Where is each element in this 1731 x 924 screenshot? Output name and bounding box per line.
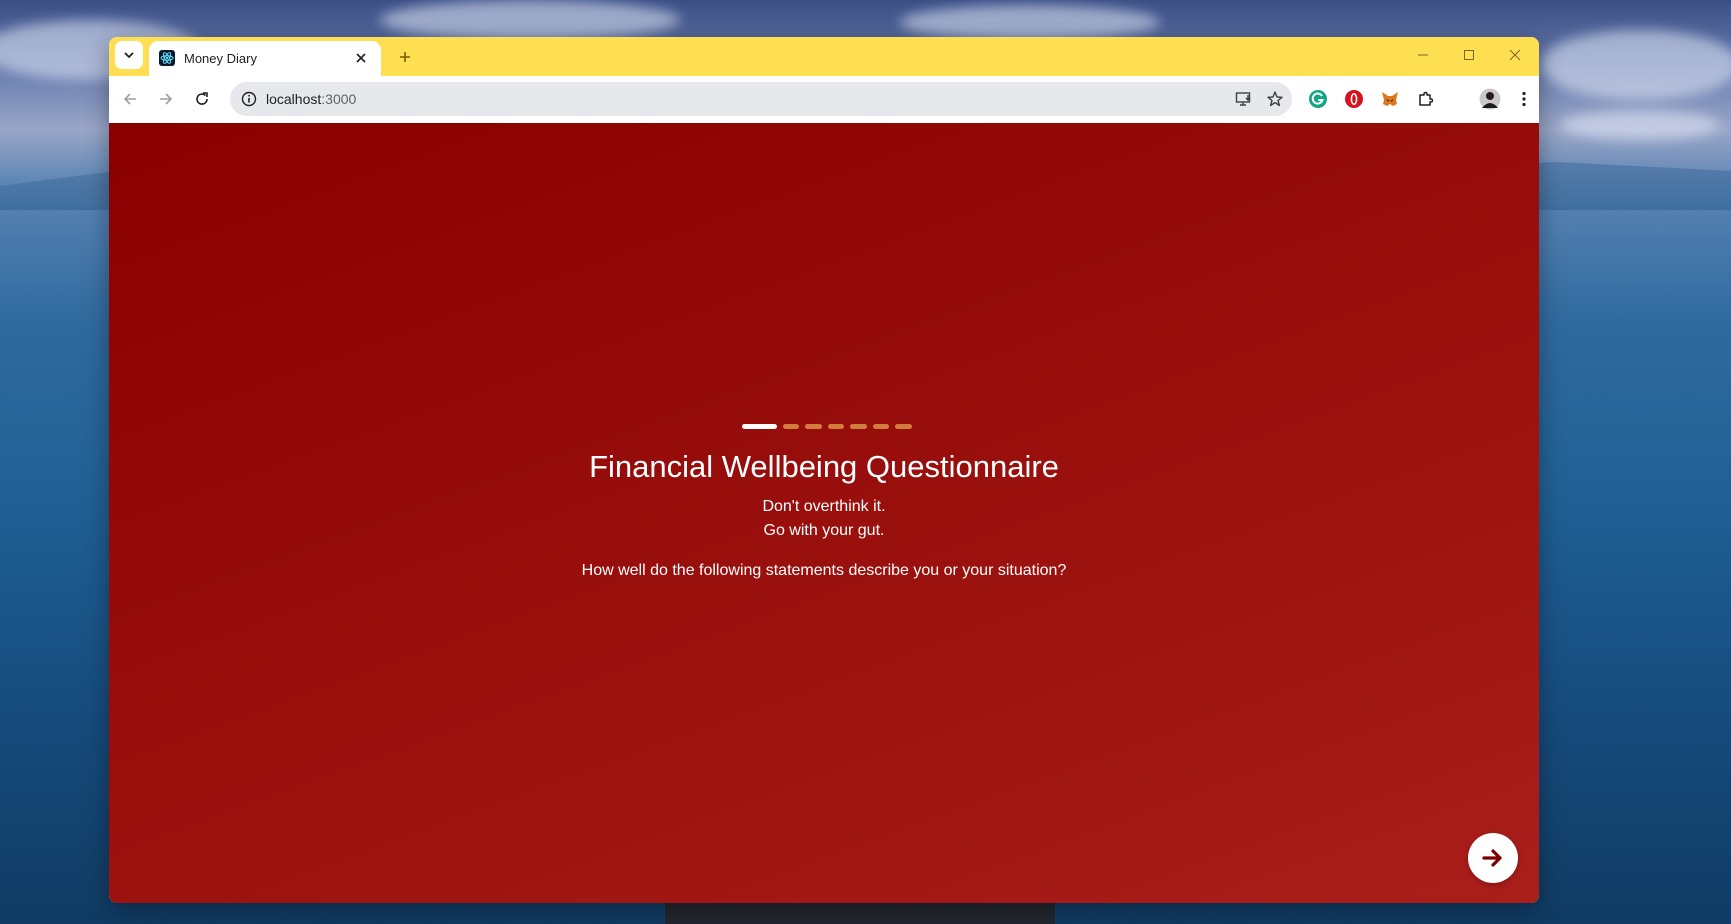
chevron-down-icon [124, 52, 134, 59]
install-app-icon [1235, 92, 1251, 106]
minimize-button[interactable] [1405, 43, 1441, 67]
question-prompt: How well do the following statements des… [581, 562, 1067, 579]
extension-opera-vpn[interactable] [1343, 88, 1365, 110]
progress-step [782, 424, 800, 429]
tab-money-diary[interactable]: Money Diary [149, 41, 381, 76]
rock-silhouette [665, 900, 1055, 924]
extension-grammarly[interactable] [1307, 88, 1329, 110]
bookmark-button[interactable] [1264, 88, 1286, 110]
subtitle-line-2: Go with your gut. [763, 522, 885, 539]
puzzle-piece-icon [1419, 91, 1434, 106]
maximize-icon [1464, 50, 1474, 60]
progress-step [872, 424, 890, 429]
questionnaire-page: Financial Wellbeing Questionnaire Don't … [109, 123, 1539, 903]
tab-title: Money Diary [184, 51, 257, 66]
progress-step [850, 424, 867, 429]
progress-indicator [742, 424, 912, 430]
progress-step [895, 424, 912, 429]
browser-toolbar: localhost:3000 [109, 76, 1539, 123]
close-window-button[interactable] [1497, 43, 1533, 67]
progress-step [805, 424, 822, 429]
reload-button[interactable] [188, 85, 216, 113]
site-info-button[interactable] [238, 88, 260, 110]
browser-window: Money Diary localhost:3000 Financial Wel… [109, 37, 1539, 903]
forward-button[interactable] [152, 85, 180, 113]
next-button[interactable] [1468, 833, 1518, 883]
url-host: localhost [266, 91, 322, 107]
close-tab-button[interactable] [351, 48, 371, 68]
star-icon [1267, 91, 1283, 107]
arrow-right-icon [160, 93, 173, 105]
back-button[interactable] [116, 85, 144, 113]
profile-avatar-button[interactable] [1479, 88, 1501, 110]
url-port: :3000 [321, 91, 357, 107]
new-tab-button[interactable] [393, 45, 417, 69]
progress-step-active [742, 424, 777, 429]
grammarly-icon [1309, 90, 1327, 108]
page-title: Financial Wellbeing Questionnaire [589, 449, 1059, 484]
minimize-icon [1418, 54, 1428, 56]
subtitle-line-1: Don't overthink it. [762, 498, 886, 515]
react-icon [159, 50, 175, 66]
info-icon [241, 91, 257, 107]
avatar [1479, 88, 1501, 110]
maximize-button[interactable] [1451, 43, 1487, 67]
metamask-fox-icon [1382, 92, 1398, 106]
extensions-menu-button[interactable] [1415, 88, 1437, 110]
progress-step [827, 424, 845, 429]
install-app-button[interactable] [1233, 88, 1255, 110]
close-icon [356, 53, 366, 63]
extension-metamask[interactable] [1379, 88, 1401, 110]
url-text: localhost:3000 [266, 91, 356, 107]
more-vertical-icon [1522, 91, 1526, 107]
tab-search-button[interactable] [115, 41, 143, 69]
tab-strip: Money Diary [109, 37, 1539, 76]
opera-icon [1345, 90, 1363, 108]
arrow-left-icon [123, 93, 136, 105]
address-bar[interactable]: localhost:3000 [230, 82, 1292, 116]
browser-menu-button[interactable] [1513, 88, 1535, 110]
arrow-right-icon [1482, 849, 1502, 867]
close-icon [1509, 49, 1521, 61]
reload-icon [196, 92, 208, 105]
plus-icon [400, 52, 410, 62]
